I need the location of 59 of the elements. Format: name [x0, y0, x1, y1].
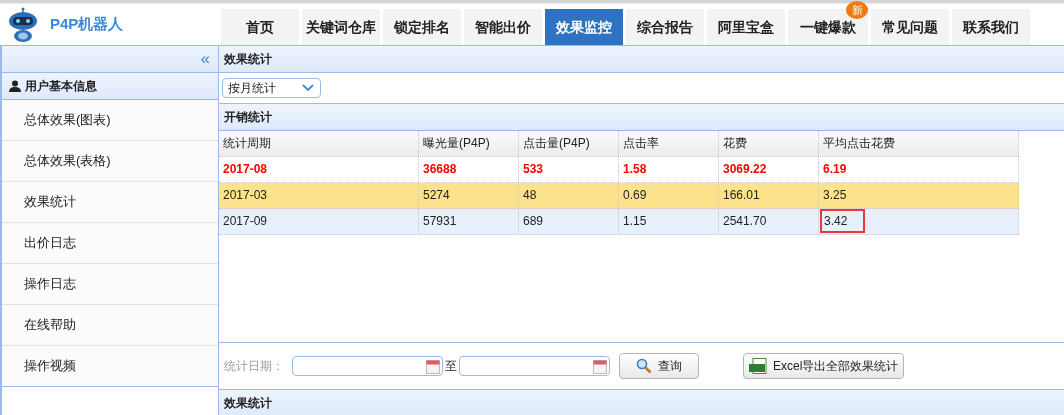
- nav-tab[interactable]: 常见问题: [871, 9, 949, 45]
- date-separator: 至: [444, 357, 458, 375]
- nav-tab[interactable]: 智能出价: [464, 9, 542, 45]
- sidebar-item[interactable]: 出价日志: [2, 223, 218, 264]
- table-cell: 57931: [419, 209, 519, 234]
- sidebar-item[interactable]: 操作日志: [2, 264, 218, 305]
- column-header[interactable]: 曝光量(P4P): [419, 131, 519, 156]
- column-header[interactable]: 点击率: [619, 131, 719, 156]
- nav-tab[interactable]: 综合报告: [626, 9, 704, 45]
- period-select[interactable]: 按月统计: [222, 78, 321, 98]
- panel-title: 效果统计: [224, 52, 272, 66]
- sidebar-item[interactable]: 总体效果(图表): [2, 100, 218, 141]
- table-cell: 166.01: [719, 183, 819, 208]
- calendar-icon[interactable]: [426, 358, 440, 374]
- end-date-field[interactable]: [459, 356, 610, 376]
- query-button[interactable]: 查询: [619, 353, 699, 379]
- start-date-field[interactable]: [292, 356, 443, 376]
- user-icon: [9, 80, 21, 92]
- section-title: 用户基本信息: [25, 77, 97, 95]
- table-cell: 36688: [419, 157, 519, 182]
- sidebar-item[interactable]: 在线帮助: [2, 305, 218, 346]
- export-button[interactable]: Excel导出全部效果统计: [743, 353, 905, 379]
- logo-title: P4P机器人: [50, 15, 124, 34]
- sidebar-item[interactable]: 效果统计: [2, 182, 218, 223]
- table-cell: 1.58: [619, 157, 719, 182]
- table-cell: 2017-08: [219, 157, 419, 182]
- nav-tab[interactable]: 效果监控: [545, 9, 623, 45]
- table-cell: 2541.70: [719, 209, 819, 234]
- column-header[interactable]: 点击量(P4P): [519, 131, 619, 156]
- calendar-icon[interactable]: [593, 358, 607, 374]
- nav-tab[interactable]: 阿里宝盒: [707, 9, 785, 45]
- table-cell: 2017-09: [219, 209, 419, 234]
- column-header[interactable]: 统计周期: [219, 131, 419, 156]
- spreadsheet-icon: [749, 358, 767, 374]
- table-cell: 2017-03: [219, 183, 419, 208]
- nav-tab[interactable]: 联系我们: [952, 9, 1030, 45]
- nav-tab[interactable]: 首页: [221, 9, 299, 45]
- date-label: 统计日期：: [224, 357, 285, 375]
- table-cell: 6.19: [819, 157, 1019, 182]
- robot-logo-icon: [6, 6, 40, 43]
- table-cell: 3.25: [819, 183, 1019, 208]
- sidebar-item[interactable]: 总体效果(表格): [2, 141, 218, 182]
- column-header[interactable]: 平均点击花费: [819, 131, 1019, 156]
- table-cell: 0.69: [619, 183, 719, 208]
- dropdown-chevron-icon[interactable]: [302, 84, 314, 92]
- sidebar-item[interactable]: 操作视频: [2, 346, 218, 386]
- table-cell: 1.15: [619, 209, 719, 234]
- table-cell: 533: [519, 157, 619, 182]
- nav-tab[interactable]: 锁定排名: [383, 9, 461, 45]
- nav-tab[interactable]: 关键词仓库: [302, 9, 380, 45]
- panel-title: 效果统计: [224, 396, 272, 410]
- table-cell: 48: [519, 183, 619, 208]
- column-header[interactable]: 花费: [719, 131, 819, 156]
- panel-title: 开销统计: [224, 110, 272, 124]
- outlined-value: 3.42: [820, 209, 866, 233]
- table-cell: 689: [519, 209, 619, 234]
- table-cell: 5274: [419, 183, 519, 208]
- search-icon: [636, 358, 652, 374]
- table-cell: 3069.22: [719, 157, 819, 182]
